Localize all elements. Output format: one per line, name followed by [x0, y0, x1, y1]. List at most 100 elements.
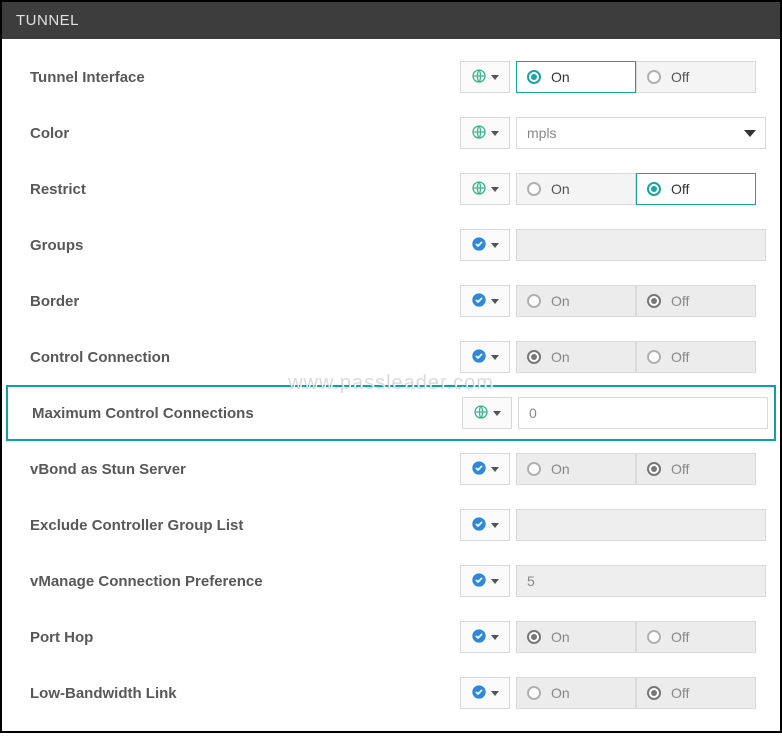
- label-restrict: Restrict: [30, 181, 460, 198]
- row-restrict: Restrict On Off: [6, 161, 776, 217]
- check-circle-icon: [471, 572, 487, 591]
- low-bw-link-off[interactable]: Off: [636, 677, 756, 709]
- radio-icon: [527, 630, 541, 644]
- tunnel-panel: TUNNEL Tunnel Interface On: [0, 0, 782, 733]
- caret-icon: [493, 411, 501, 416]
- control-connection-off[interactable]: Off: [636, 341, 756, 373]
- scope-dropdown-vmanage-conn-pref[interactable]: [460, 565, 510, 597]
- check-circle-icon: [471, 684, 487, 703]
- restrict-on[interactable]: On: [516, 173, 636, 205]
- label-low-bw-link: Low-Bandwidth Link: [30, 685, 460, 702]
- row-low-bw-link: Low-Bandwidth Link On Off: [6, 665, 776, 721]
- globe-icon: [473, 404, 489, 423]
- scope-dropdown-control-connection[interactable]: [460, 341, 510, 373]
- scope-dropdown-low-bw-link[interactable]: [460, 677, 510, 709]
- scope-dropdown-tunnel-interface[interactable]: [460, 61, 510, 93]
- radio-icon: [647, 294, 661, 308]
- caret-icon: [491, 635, 499, 640]
- radio-icon: [647, 182, 661, 196]
- check-circle-icon: [471, 628, 487, 647]
- border-off[interactable]: Off: [636, 285, 756, 317]
- caret-icon: [491, 187, 499, 192]
- row-vmanage-conn-pref: vManage Connection Preference: [6, 553, 776, 609]
- scope-dropdown-vbond-stun[interactable]: [460, 453, 510, 485]
- label-groups: Groups: [30, 237, 460, 254]
- label-vmanage-conn-pref: vManage Connection Preference: [30, 573, 460, 590]
- port-hop-off[interactable]: Off: [636, 621, 756, 653]
- low-bw-link-on[interactable]: On: [516, 677, 636, 709]
- row-exclude-ctrl-group: Exclude Controller Group List: [6, 497, 776, 553]
- scope-dropdown-exclude-ctrl-group[interactable]: [460, 509, 510, 541]
- label-port-hop: Port Hop: [30, 629, 460, 646]
- radio-icon: [647, 350, 661, 364]
- border-on[interactable]: On: [516, 285, 636, 317]
- scope-dropdown-groups[interactable]: [460, 229, 510, 261]
- row-border: Border On Off: [6, 273, 776, 329]
- radio-icon: [527, 350, 541, 364]
- caret-icon: [491, 691, 499, 696]
- radio-icon: [647, 462, 661, 476]
- row-max-control-connections: Maximum Control Connections: [6, 385, 776, 441]
- off-label: Off: [671, 629, 689, 645]
- color-select[interactable]: [516, 117, 766, 149]
- on-label: On: [551, 293, 570, 309]
- scope-dropdown-color[interactable]: [460, 117, 510, 149]
- on-label: On: [551, 349, 570, 365]
- vmanage-conn-pref-input[interactable]: [516, 565, 766, 597]
- scope-dropdown-max-control-connections[interactable]: [462, 397, 512, 429]
- label-border: Border: [30, 293, 460, 310]
- caret-icon: [491, 243, 499, 248]
- caret-icon: [491, 299, 499, 304]
- row-color: Color: [6, 105, 776, 161]
- caret-icon: [491, 523, 499, 528]
- radio-icon: [647, 70, 661, 84]
- caret-icon: [491, 579, 499, 584]
- control-connection-on[interactable]: On: [516, 341, 636, 373]
- check-circle-icon: [471, 460, 487, 479]
- tunnel-interface-off[interactable]: Off: [636, 61, 756, 93]
- label-exclude-ctrl-group: Exclude Controller Group List: [30, 517, 460, 534]
- groups-input[interactable]: [516, 229, 766, 261]
- label-tunnel-interface: Tunnel Interface: [30, 69, 460, 86]
- globe-icon: [471, 124, 487, 143]
- on-label: On: [551, 181, 570, 197]
- check-circle-icon: [471, 348, 487, 367]
- color-select-value[interactable]: [516, 117, 766, 149]
- off-label: Off: [671, 685, 689, 701]
- row-control-connection: Control Connection On Off: [6, 329, 776, 385]
- check-circle-icon: [471, 236, 487, 255]
- globe-icon: [471, 180, 487, 199]
- vbond-stun-off[interactable]: Off: [636, 453, 756, 485]
- exclude-ctrl-group-input[interactable]: [516, 509, 766, 541]
- scope-dropdown-port-hop[interactable]: [460, 621, 510, 653]
- off-label: Off: [671, 181, 689, 197]
- tunnel-interface-on[interactable]: On: [516, 61, 636, 93]
- off-label: Off: [671, 293, 689, 309]
- restrict-off[interactable]: Off: [636, 173, 756, 205]
- on-label: On: [551, 629, 570, 645]
- on-label: On: [551, 69, 570, 85]
- label-control-connection: Control Connection: [30, 349, 460, 366]
- check-circle-icon: [471, 516, 487, 535]
- vbond-stun-on[interactable]: On: [516, 453, 636, 485]
- caret-icon: [491, 355, 499, 360]
- caret-icon: [491, 467, 499, 472]
- panel-title: TUNNEL: [2, 2, 780, 39]
- port-hop-on[interactable]: On: [516, 621, 636, 653]
- radio-icon: [527, 686, 541, 700]
- radio-icon: [527, 462, 541, 476]
- row-vbond-stun: vBond as Stun Server On Off: [6, 441, 776, 497]
- off-label: Off: [671, 461, 689, 477]
- scope-dropdown-restrict[interactable]: [460, 173, 510, 205]
- scope-dropdown-border[interactable]: [460, 285, 510, 317]
- label-max-control-connections: Maximum Control Connections: [32, 405, 462, 422]
- radio-icon: [527, 70, 541, 84]
- label-vbond-stun: vBond as Stun Server: [30, 461, 460, 478]
- row-port-hop: Port Hop On Off: [6, 609, 776, 665]
- caret-icon: [491, 131, 499, 136]
- radio-icon: [527, 294, 541, 308]
- off-label: Off: [671, 69, 689, 85]
- max-control-connections-input[interactable]: [518, 397, 768, 429]
- check-circle-icon: [471, 292, 487, 311]
- settings-rows: Tunnel Interface On Off: [2, 39, 780, 731]
